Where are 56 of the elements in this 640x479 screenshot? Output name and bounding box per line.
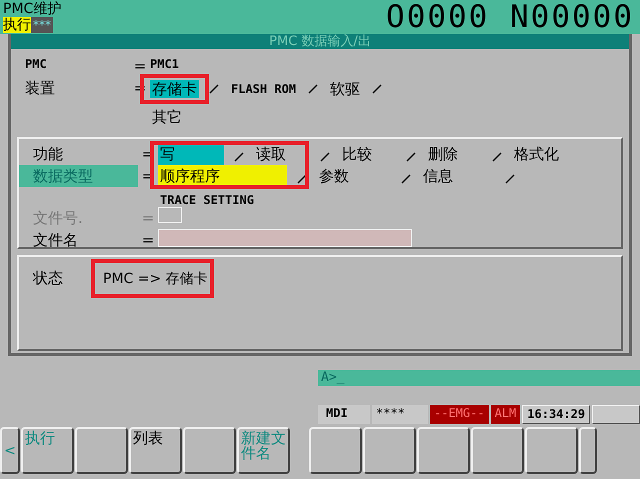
option[interactable]: 信息 [421,165,495,187]
soft-key[interactable]: 列表 [129,427,182,474]
option[interactable]: FLASH ROM [229,82,298,96]
slash-mark [372,84,382,94]
equals-sign: = [132,57,148,75]
slash-mark [406,152,416,162]
option[interactable]: 读取 [254,143,310,165]
status-label: 状态 [32,268,64,288]
field-label: 装置 [24,79,56,98]
equals-sign: = [140,208,156,229]
mode-indicator: 执行 [3,17,31,33]
option[interactable]: 删除 [426,143,482,165]
option[interactable]: 比较 [340,143,396,165]
status-indicator: 16:34:29 [522,405,590,424]
next-page-button[interactable] [579,427,597,474]
blank-soft-key[interactable] [309,427,362,474]
blank-soft-key[interactable] [75,427,128,474]
status-indicator [592,405,640,424]
slash-mark [320,152,330,162]
blank-soft-key[interactable] [363,427,416,474]
option[interactable]: 软驱 [328,80,362,98]
field-label: PMC [24,57,48,71]
slash-mark [209,84,219,94]
option[interactable]: 写 [158,143,224,165]
panel-title: PMC 数据输入/出 [11,34,629,49]
blank-soft-key[interactable] [183,427,236,474]
option[interactable]: 其它 [150,108,184,126]
field-label: 文件号. [32,208,84,229]
screen-name: PMC维护 [3,1,62,17]
field-label: 文件名 [32,230,79,251]
blank-soft-key[interactable] [417,427,470,474]
option[interactable]: 存储卡 [150,80,199,98]
slash-mark [297,174,307,184]
blank-soft-key[interactable] [525,427,578,474]
status-indicator: MDI [318,405,370,424]
file-name-field[interactable] [158,229,412,247]
status-indicator: ALM [490,405,520,424]
slash-mark [308,84,318,94]
field-label: 数据类型 [19,165,138,187]
blank-soft-key[interactable] [471,427,524,474]
equals-sign: = [140,230,156,251]
status-value: PMC => 存储卡 [103,270,208,286]
slash-mark [401,174,411,184]
status-indicator: --EMG-- [430,405,489,424]
slash-mark [505,174,515,184]
field-label: 功能 [32,144,64,165]
slash-mark [492,152,502,162]
option[interactable]: 顺序程序 [158,165,287,187]
field-value: PMC1 [150,57,179,71]
mode-stars: *** [31,17,53,33]
option[interactable]: TRACE SETTING [158,193,598,207]
program-number: O0000 N00000 [386,0,634,34]
status-indicator: **** [372,405,428,424]
slash-mark [234,152,244,162]
option[interactable]: 格式化 [512,143,568,165]
option[interactable]: 参数 [317,165,391,187]
